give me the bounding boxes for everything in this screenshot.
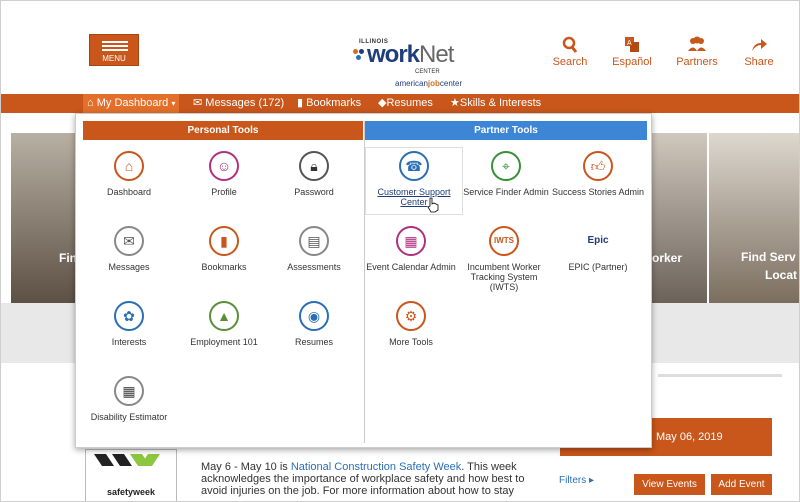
- chevron-down-icon: ▾: [171, 99, 176, 108]
- menu-button[interactable]: MENU: [89, 34, 139, 66]
- filters-link[interactable]: Filters ▸: [559, 475, 594, 486]
- tool-success-stories-admin[interactable]: 👍︎ Success Stories Admin: [550, 151, 646, 197]
- banner-image-right[interactable]: Find Serv Locat: [709, 133, 799, 303]
- espanol-label: Español: [612, 56, 652, 68]
- epic-icon: Epic: [587, 235, 609, 246]
- main-navbar: ⌂ My Dashboard ▾ ✉ Messages (172) ▮ Book…: [1, 94, 799, 113]
- tool-profile[interactable]: ☺ Profile: [176, 151, 272, 197]
- safety-week-chevrons-icon: [94, 454, 160, 466]
- profile-icon: ☺: [216, 158, 232, 174]
- envelope-icon: ✉: [193, 97, 203, 109]
- partner-tools-header: Partner Tools: [365, 121, 647, 140]
- translate-icon: A: [625, 37, 639, 52]
- road-icon: ▲: [217, 308, 231, 324]
- calculator-icon: ▦: [122, 383, 136, 399]
- add-event-button[interactable]: Add Event: [711, 474, 772, 495]
- iwts-icon: IWTS: [494, 236, 514, 245]
- browser-viewport: MENU ILLINOIS workNet CENTER americanjob…: [0, 0, 800, 502]
- tool-password[interactable]: 🔒︎ Password: [266, 151, 362, 197]
- nav-my-dashboard[interactable]: ⌂ My Dashboard ▾: [83, 94, 180, 113]
- share-icon: [752, 39, 767, 51]
- service-finder-icon: ⌖: [502, 158, 510, 174]
- share-button[interactable]: Share: [729, 35, 789, 68]
- partners-label: Partners: [676, 56, 718, 68]
- star-icon: ★: [450, 97, 460, 109]
- lock-icon: 🔒︎: [310, 158, 318, 174]
- tool-bookmarks[interactable]: ▮ Bookmarks: [176, 226, 272, 272]
- nav-skills-interests[interactable]: ★Skills & Interests: [450, 96, 541, 109]
- banner-right-text-2: Locat: [765, 268, 798, 282]
- more-tools-icon: ⚙: [404, 308, 418, 324]
- tool-customer-support-center[interactable]: ☎ Customer Support Center: [365, 147, 463, 215]
- resume-icon: ◉: [307, 308, 321, 324]
- hamburger-icon: [102, 41, 128, 53]
- search-button[interactable]: Search: [540, 35, 600, 68]
- safety-week-logo[interactable]: safetyweek: [85, 449, 177, 501]
- partners-icon: [688, 36, 706, 51]
- search-icon: [562, 36, 578, 53]
- interests-icon: ✿: [123, 308, 135, 324]
- events-date: May 06, 2019: [656, 431, 723, 443]
- espanol-button[interactable]: A Español: [602, 35, 662, 68]
- site-header: MENU ILLINOIS workNet CENTER americanjob…: [1, 1, 799, 94]
- search-label: Search: [552, 56, 588, 68]
- tool-employment-101[interactable]: ▲ Employment 101: [176, 301, 272, 347]
- view-events-button[interactable]: View Events: [634, 474, 705, 495]
- logo-wordmark: workNet: [367, 41, 454, 68]
- tool-messages[interactable]: ✉ Messages: [81, 226, 177, 272]
- menu-label: MENU: [102, 54, 126, 63]
- home-icon: ⌂: [124, 158, 134, 174]
- assessment-icon: ▤: [307, 233, 321, 249]
- logo-center: CENTER: [415, 69, 440, 75]
- banner-image-mid[interactable]: orker: [652, 133, 707, 303]
- tool-service-finder-admin[interactable]: ⌖ Service Finder Admin: [458, 151, 554, 197]
- bookmark-icon: ▮: [220, 233, 228, 249]
- tool-interests[interactable]: ✿ Interests: [81, 301, 177, 347]
- safety-week-text: safetyweek: [106, 487, 156, 497]
- logo-ajc: americanjobcenter: [395, 79, 463, 88]
- tool-assessments[interactable]: ▤ Assessments: [266, 226, 362, 272]
- support-icon: ☎: [405, 158, 423, 174]
- nav-messages[interactable]: ✉ Messages (172): [193, 96, 284, 109]
- tool-disability-estimator[interactable]: ▦ Disability Estimator: [81, 376, 177, 422]
- tool-iwts[interactable]: IWTS Incumbent Worker Tracking System (I…: [458, 226, 550, 292]
- safety-week-link[interactable]: National Construction Safety Week: [291, 461, 461, 473]
- tool-dashboard[interactable]: ⌂ Dashboard: [81, 151, 177, 197]
- nav-bookmarks[interactable]: ▮ Bookmarks: [297, 96, 361, 109]
- tool-more-tools[interactable]: ⚙ More Tools: [363, 301, 459, 347]
- bookmark-icon: ▮: [297, 97, 304, 109]
- my-dashboard-dropdown: Personal Tools Partner Tools ⌂ Dashboard…: [75, 113, 652, 448]
- divider: [658, 374, 782, 377]
- nav-resumes[interactable]: ◆Resumes: [378, 96, 433, 109]
- tool-epic-partner[interactable]: Epic EPIC (Partner): [550, 226, 646, 272]
- thumbs-up-icon: 👍︎: [590, 158, 606, 174]
- banner-right-text-1: Find Serv: [741, 250, 796, 264]
- envelope-icon: ✉: [123, 233, 135, 249]
- illinois-worknet-logo[interactable]: ILLINOIS workNet CENTER americanjobcente…: [345, 39, 465, 93]
- logo-dots-icon: [353, 49, 367, 61]
- calendar-icon: ▦: [404, 233, 418, 249]
- share-label: Share: [744, 56, 774, 68]
- svg-text:A: A: [627, 40, 632, 47]
- safety-week-article: May 6 - May 10 is National Construction …: [201, 461, 525, 497]
- personal-tools-header: Personal Tools: [83, 121, 363, 140]
- tools-divider: [364, 121, 365, 443]
- home-icon: ⌂: [87, 97, 94, 109]
- tool-event-calendar-admin[interactable]: ▦ Event Calendar Admin: [363, 226, 459, 272]
- hand-cursor-icon: [427, 197, 439, 213]
- banner-mid-text: orker: [652, 251, 683, 265]
- tool-resumes[interactable]: ◉ Resumes: [266, 301, 362, 347]
- partners-button[interactable]: Partners: [667, 35, 727, 68]
